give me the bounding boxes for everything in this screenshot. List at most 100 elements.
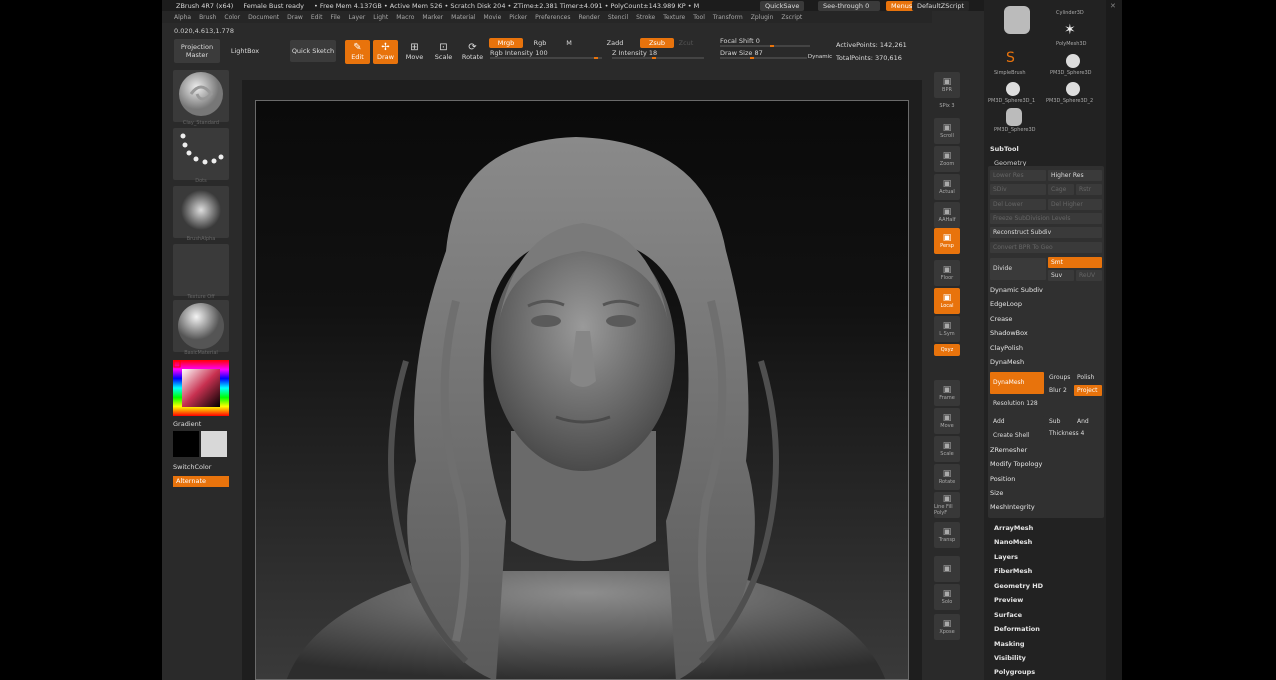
layers-section[interactable]: Layers	[994, 553, 1018, 561]
sphere-thumbnail-icon[interactable]	[1006, 82, 1020, 96]
sphere-thumbnail-icon[interactable]	[1066, 54, 1080, 68]
edit-button[interactable]: ✎ Edit	[345, 40, 370, 64]
m-button[interactable]: M	[560, 38, 578, 48]
ghost-button[interactable]: ▣	[934, 556, 960, 582]
create-shell-button[interactable]: Create Shell	[990, 430, 1044, 441]
menu-stencil[interactable]: Stencil	[608, 14, 628, 21]
brush-thumbnail[interactable]	[173, 70, 229, 122]
bust-thumbnail-icon[interactable]	[1006, 108, 1022, 126]
convert-bpr-button[interactable]: Convert BPR To Geo	[990, 242, 1102, 253]
menu-stroke[interactable]: Stroke	[636, 14, 655, 21]
position-section[interactable]: Position	[990, 475, 1015, 483]
higher-res-button[interactable]: Higher Res	[1048, 170, 1102, 181]
close-icon[interactable]: ✕	[1110, 2, 1118, 10]
alpha-thumbnail[interactable]	[173, 186, 229, 238]
menu-layer[interactable]: Layer	[349, 14, 366, 21]
solo-button[interactable]: ▣ Solo	[934, 584, 960, 610]
add-button[interactable]: Add	[990, 416, 1044, 427]
scale-button[interactable]: ⊡ Scale	[431, 40, 456, 64]
size-section[interactable]: Size	[990, 489, 1003, 497]
menu-movie[interactable]: Movie	[484, 14, 502, 21]
menu-light[interactable]: Light	[373, 14, 388, 21]
and-button[interactable]: And	[1074, 416, 1102, 427]
draw-size-slider[interactable]: Draw Size 87	[720, 49, 810, 59]
cage-button[interactable]: Cage	[1048, 184, 1074, 195]
draw-button[interactable]: ✢ Draw	[373, 40, 398, 64]
menu-material[interactable]: Material	[451, 14, 475, 21]
polish-toggle[interactable]: Polish	[1074, 372, 1102, 383]
nanomesh-section[interactable]: NanoMesh	[994, 538, 1032, 546]
zsub-button[interactable]: Zsub	[640, 38, 674, 48]
dynamic-button[interactable]: Dynamic	[807, 52, 833, 61]
menu-edit[interactable]: Edit	[311, 14, 323, 21]
focal-shift-slider[interactable]: Focal Shift 0	[720, 37, 810, 47]
menu-brush[interactable]: Brush	[199, 14, 216, 21]
script-button[interactable]: DefaultZScript	[912, 1, 970, 11]
menu-file[interactable]: File	[330, 14, 340, 21]
projection-master-button[interactable]: Projection Master	[174, 39, 220, 63]
menu-alpha[interactable]: Alpha	[174, 14, 191, 21]
main-color-swatch[interactable]	[173, 431, 199, 457]
sub-button[interactable]: Sub	[1046, 416, 1074, 427]
texture-thumbnail[interactable]	[173, 244, 229, 296]
smt-toggle[interactable]: Smt	[1048, 257, 1102, 268]
reconstruct-subdiv-button[interactable]: Reconstruct Subdiv	[990, 227, 1102, 238]
sdiv-slider[interactable]: SDiv	[990, 184, 1046, 195]
divide-button[interactable]: Divide	[990, 258, 1046, 280]
modify-topology-section[interactable]: Modify Topology	[990, 460, 1042, 468]
preview-section[interactable]: Preview	[994, 596, 1023, 604]
zoom-button[interactable]: ▣ Zoom	[934, 146, 960, 172]
switchcolor-button[interactable]: SwitchColor	[173, 463, 211, 471]
scroll-button[interactable]: ▣ Scroll	[934, 118, 960, 144]
rotate-button[interactable]: ▣ Rotate	[934, 464, 960, 490]
simplebrush-icon[interactable]: S	[1006, 50, 1015, 66]
arraymesh-section[interactable]: ArrayMesh	[994, 524, 1033, 532]
transp-button[interactable]: ▣ Transp	[934, 522, 960, 548]
persp-button[interactable]: ▣ Persp	[934, 228, 960, 254]
menu-transform[interactable]: Transform	[713, 14, 743, 21]
edgeloop-section[interactable]: EdgeLoop	[990, 300, 1022, 308]
menu-picker[interactable]: Picker	[509, 14, 527, 21]
quick-sketch-button[interactable]: Quick Sketch	[290, 40, 336, 62]
surface-section[interactable]: Surface	[994, 611, 1022, 619]
lower-res-button[interactable]: Lower Res	[990, 170, 1046, 181]
polygroups-section[interactable]: Polygroups	[994, 668, 1035, 676]
menu-texture[interactable]: Texture	[663, 14, 685, 21]
blur-slider[interactable]: Blur 2	[1046, 385, 1074, 396]
crease-section[interactable]: Crease	[990, 315, 1012, 323]
menu-tool[interactable]: Tool	[693, 14, 705, 21]
frame-button[interactable]: ▣ Frame	[934, 380, 960, 406]
floor-button[interactable]: ▣ Floor	[934, 260, 960, 286]
claypolish-section[interactable]: ClayPolish	[990, 344, 1023, 352]
masking-section[interactable]: Masking	[994, 640, 1025, 648]
del-lower-button[interactable]: Del Lower	[990, 199, 1046, 210]
document-canvas[interactable]	[255, 100, 909, 680]
freeze-subdivision-button[interactable]: Freeze SubDivision Levels	[990, 213, 1102, 224]
bpr-button[interactable]: ▣ BPR	[934, 72, 960, 98]
aahalf-button[interactable]: ▣ AAHalf	[934, 202, 960, 228]
current-tool-thumbnail[interactable]	[1004, 6, 1030, 34]
tray-scrollbar[interactable]: ✕	[1106, 0, 1122, 680]
menu-render[interactable]: Render	[578, 14, 599, 21]
dynamic-subdiv-section[interactable]: Dynamic Subdiv	[990, 286, 1043, 294]
fibermesh-section[interactable]: FiberMesh	[994, 567, 1032, 575]
rotate-button[interactable]: ⟳ Rotate	[460, 40, 485, 64]
reuv-button[interactable]: ReUV	[1076, 270, 1102, 281]
stroke-thumbnail[interactable]	[173, 128, 229, 180]
move-button[interactable]: ▣ Move	[934, 408, 960, 434]
menu-marker[interactable]: Marker	[422, 14, 443, 21]
mrgb-button[interactable]: Mrgb	[489, 38, 523, 48]
color-picker[interactable]	[173, 360, 229, 416]
local-button[interactable]: ▣ Local	[934, 288, 960, 314]
deformation-section[interactable]: Deformation	[994, 625, 1040, 633]
rgb-button[interactable]: Rgb	[526, 38, 554, 48]
suv-toggle[interactable]: Suv	[1048, 270, 1074, 281]
rgb-intensity-slider[interactable]: Rgb Intensity 100	[490, 49, 602, 59]
polymesh-star-icon[interactable]: ✶	[1064, 22, 1076, 38]
project-toggle[interactable]: Project	[1074, 385, 1102, 396]
actual-button[interactable]: ▣ Actual	[934, 174, 960, 200]
xyz-button[interactable]: Qxyz	[934, 344, 960, 356]
menu-zplugin[interactable]: Zplugin	[751, 14, 774, 21]
xpose-button[interactable]: ▣ Xpose	[934, 614, 960, 640]
meshintegrity-section[interactable]: MeshIntegrity	[990, 503, 1035, 511]
